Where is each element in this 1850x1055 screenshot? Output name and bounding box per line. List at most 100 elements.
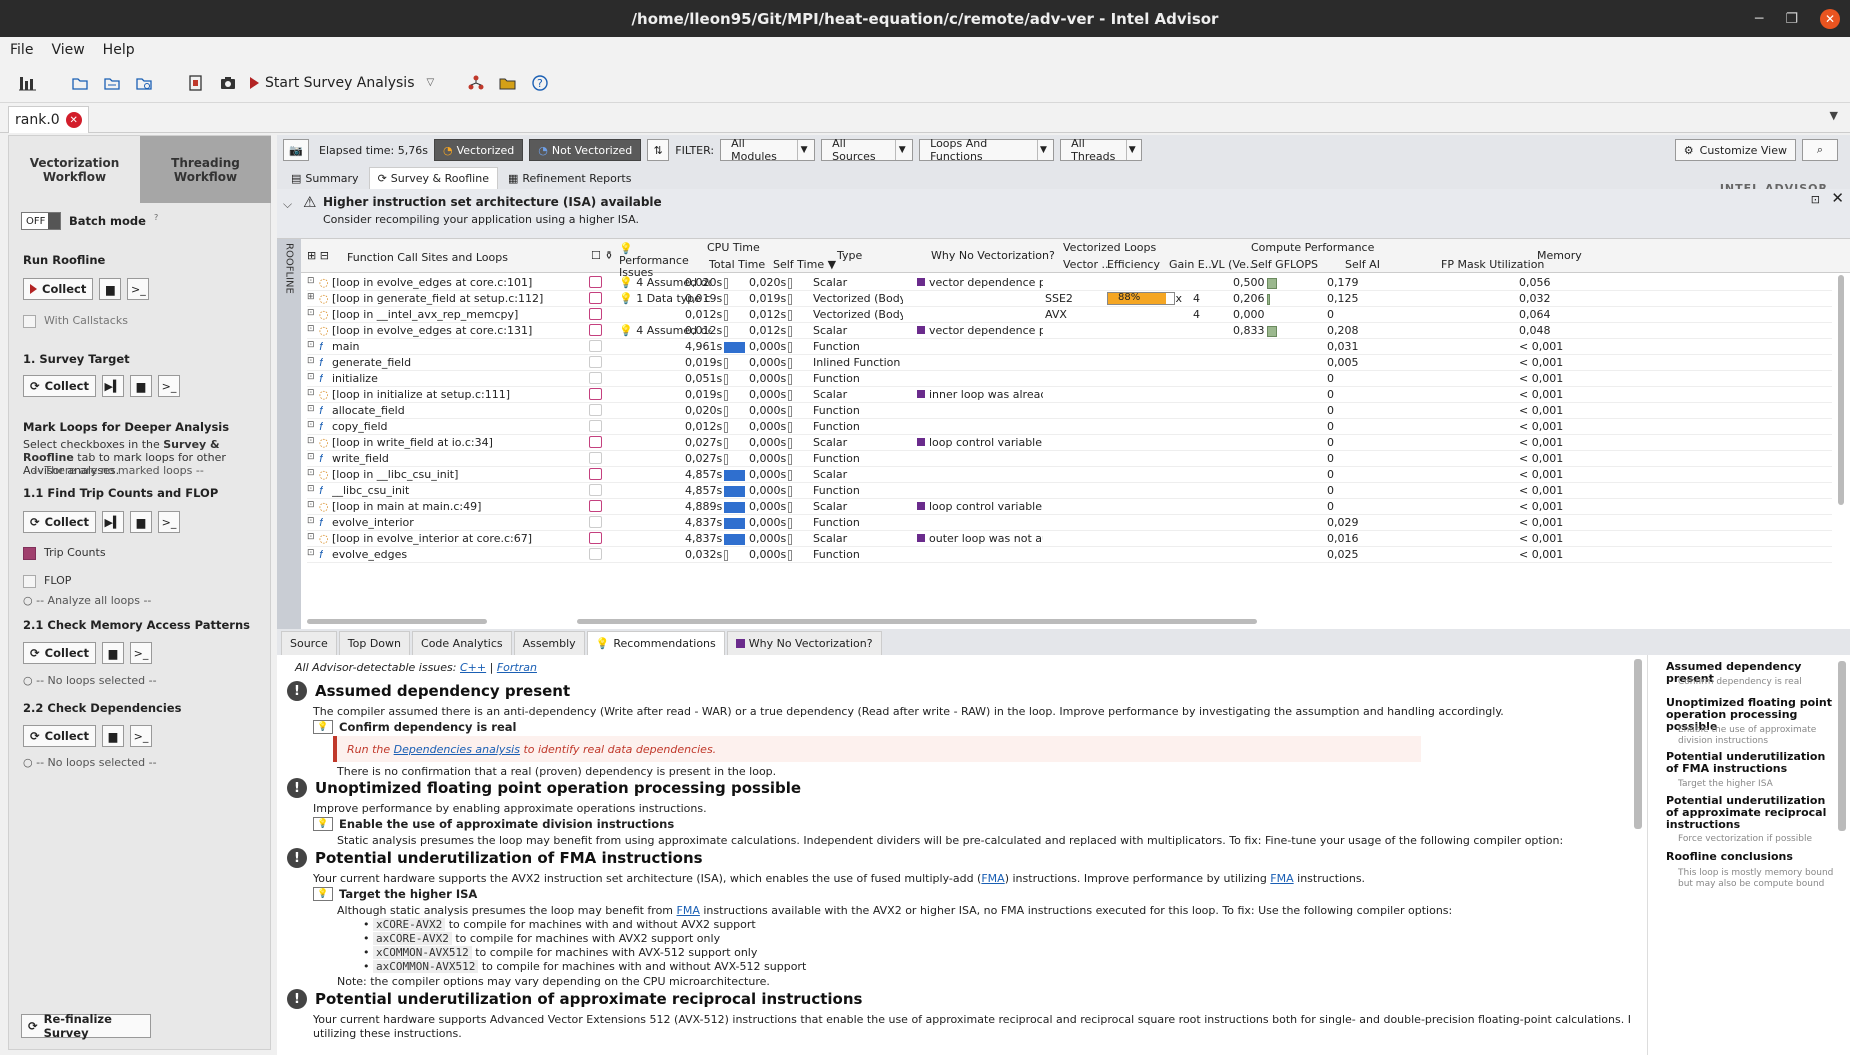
table-row[interactable]: ⊡ ◌ [loop in evolve_interior at core.c:67]… xyxy=(307,531,1832,547)
open-project-icon[interactable] xyxy=(102,73,122,93)
grid-left-scrollbar[interactable] xyxy=(307,619,487,624)
open-result-icon[interactable] xyxy=(498,73,518,93)
dep-folder-icon[interactable]: ▆ xyxy=(101,725,124,747)
sidebar-sub[interactable]: This loop is mostly memory bound but may… xyxy=(1678,868,1843,890)
table-row[interactable]: ⊡ f write_field 0,027s 0,000s Function 0 < 0,00… xyxy=(307,451,1832,467)
project-properties-icon[interactable] xyxy=(134,73,154,93)
fma-link[interactable]: FMA xyxy=(981,872,1004,885)
col-ai-header[interactable]: Self AI xyxy=(1345,258,1380,271)
hierarchy-icon[interactable] xyxy=(466,73,486,93)
table-row[interactable]: ⊡ ◌ [loop in evolve_edges at core.c:131] 💡 … xyxy=(307,323,1832,339)
mem-cmdline-icon[interactable]: >_ xyxy=(129,642,152,664)
col-vloops-header[interactable]: Vectorized Loops xyxy=(1063,241,1156,254)
new-project-icon[interactable] xyxy=(70,73,90,93)
tab-summary[interactable]: ▤ Summary xyxy=(283,167,367,189)
col-vl-header[interactable]: VL (Ve... xyxy=(1211,258,1256,271)
mark-loop-checkbox[interactable] xyxy=(589,484,602,496)
table-row[interactable]: ⊡ ◌ [loop in __libc_csu_init] 4,857s 0,000s S… xyxy=(307,467,1832,483)
trip-pause-icon[interactable]: ▶▍ xyxy=(101,511,124,533)
mark-loop-checkbox[interactable] xyxy=(589,340,602,352)
callstacks-checkbox[interactable] xyxy=(23,314,36,328)
mark-loop-checkbox[interactable] xyxy=(589,372,602,384)
vectorization-workflow-tab[interactable]: Vectorization Workflow xyxy=(9,136,140,203)
sidebar-sub[interactable]: Force vectorization if possible xyxy=(1678,834,1843,845)
mem-collect-button[interactable]: ⟳ Collect xyxy=(23,642,96,664)
col-type-header[interactable]: Type xyxy=(837,249,862,262)
expand-row-icon[interactable]: ⊡ xyxy=(307,356,315,366)
trip-cmdline-icon[interactable]: >_ xyxy=(157,511,180,533)
survey-folder-icon[interactable]: ▆ xyxy=(129,375,152,397)
refinalize-survey-button[interactable]: ⟳ Re-finalize Survey xyxy=(21,1012,151,1040)
loops-dropdown[interactable]: Loops And Functions ▼ xyxy=(919,137,1055,163)
checkbox-col-header[interactable]: ☐ ⚱ xyxy=(591,249,614,262)
sources-dropdown[interactable]: All Sources ▼ xyxy=(821,137,914,163)
roofline-collect-button[interactable]: Collect xyxy=(23,278,94,300)
expand-row-icon[interactable]: ⊡ xyxy=(307,308,315,318)
camera-icon[interactable]: 📷 xyxy=(283,139,309,161)
table-row[interactable]: ⊡ ◌ [loop in write_field at io.c:34] 0,027s… xyxy=(307,435,1832,451)
survey-pause-icon[interactable]: ▶▍ xyxy=(101,375,124,397)
table-row[interactable]: ⊡ f copy_field 0,012s 0,000s Function 0 < 0,001 xyxy=(307,419,1832,435)
table-row[interactable]: ⊡ f allocate_field 0,020s 0,000s Function 0 < 0… xyxy=(307,403,1832,419)
table-row[interactable]: ⊡ f generate_field 0,019s 0,000s Inlined Func… xyxy=(307,355,1832,371)
tab-source[interactable]: Source xyxy=(281,631,337,655)
col-self-header[interactable]: Self Time ▼ xyxy=(773,258,836,271)
col-total-header[interactable]: Total Time xyxy=(709,258,765,271)
trip-counts-checkbox[interactable] xyxy=(23,546,36,560)
start-survey-button[interactable]: Start Survey Analysis ▽ xyxy=(250,75,434,91)
mark-loop-checkbox[interactable] xyxy=(589,548,602,560)
table-row[interactable]: ⊡ f evolve_interior 4,837s 0,000s Function 0,0… xyxy=(307,515,1832,531)
chevron-down-icon[interactable]: ▽ xyxy=(426,77,434,88)
flop-row[interactable]: FLOP xyxy=(23,574,71,588)
mark-loop-checkbox[interactable] xyxy=(589,468,602,480)
tab-code-analytics[interactable]: Code Analytics xyxy=(412,631,512,655)
table-row[interactable]: ⊡ f __libc_csu_init 4,857s 0,000s Function 0 < … xyxy=(307,483,1832,499)
result-tab[interactable]: rank.0 ✕ xyxy=(8,106,89,133)
survey-collect-button[interactable]: ⟳ Collect xyxy=(23,375,96,397)
with-callstacks-row[interactable]: With Callstacks xyxy=(23,314,128,328)
expand-row-icon[interactable]: ⊡ xyxy=(307,500,315,510)
trip-folder-icon[interactable]: ▆ xyxy=(129,511,152,533)
table-row[interactable]: ⊡ f initialize 0,051s 0,000s Function 0 < 0,001 xyxy=(307,371,1832,387)
mark-loop-checkbox[interactable] xyxy=(589,500,602,512)
expand-row-icon[interactable]: ⊡ xyxy=(307,324,315,334)
tab-why-no-vectorization[interactable]: Why No Vectorization? xyxy=(726,631,882,655)
close-banner-icon[interactable]: ✕ xyxy=(1831,189,1844,207)
new-analysis-icon[interactable] xyxy=(186,73,206,93)
col-compute-header[interactable]: Compute Performance xyxy=(1251,241,1374,254)
mem-folder-icon[interactable]: ▆ xyxy=(101,642,124,664)
expand-row-icon[interactable]: ⊡ xyxy=(307,452,315,462)
sidebar-heading[interactable]: Potential underutilization of approximat… xyxy=(1666,795,1841,831)
sidebar-scrollbar[interactable] xyxy=(1838,661,1846,831)
col-fpmask-header[interactable]: FP Mask Utilization xyxy=(1441,258,1544,271)
not-vectorized-filter-button[interactable]: ◔ Not Vectorized xyxy=(529,139,642,161)
col-memory-header[interactable]: Memory xyxy=(1537,249,1582,262)
pin-icon[interactable]: ⊡ xyxy=(1811,193,1820,206)
mark-loop-checkbox[interactable] xyxy=(589,276,602,288)
filter-icon[interactable]: ⇅ xyxy=(647,139,670,161)
dep-cmdline-icon[interactable]: >_ xyxy=(129,725,152,747)
dependencies-analysis-link[interactable]: Dependencies analysis xyxy=(394,743,520,756)
menu-view[interactable]: View xyxy=(51,42,84,58)
tab-top-down[interactable]: Top Down xyxy=(338,631,411,655)
mark-loop-checkbox[interactable] xyxy=(589,404,602,416)
close-tab-icon[interactable]: ✕ xyxy=(65,112,82,128)
mark-loop-checkbox[interactable] xyxy=(589,532,602,544)
tab-recommendations[interactable]: 💡 Recommendations xyxy=(586,631,725,655)
expand-row-icon[interactable]: ⊡ xyxy=(307,532,315,542)
col-vector-header[interactable]: Vector ... xyxy=(1063,258,1112,271)
roofline-folder-icon[interactable]: ▆ xyxy=(99,278,122,300)
expand-row-icon[interactable]: ⊡ xyxy=(307,436,315,446)
table-row[interactable]: ⊡ ◌ [loop in main at main.c:49] 4,889s 0,000… xyxy=(307,499,1832,515)
expand-row-icon[interactable]: ⊡ xyxy=(307,516,315,526)
expand-row-icon[interactable]: ⊡ xyxy=(307,404,315,414)
trip-collect-button[interactable]: ⟳ Collect xyxy=(23,511,96,533)
mark-loop-checkbox[interactable] xyxy=(589,308,602,320)
expand-row-icon[interactable]: ⊡ xyxy=(307,468,315,478)
cpp-link[interactable]: C++ xyxy=(460,661,486,674)
mark-loop-checkbox[interactable] xyxy=(589,324,602,336)
customize-view-button[interactable]: ⚙ Customize View xyxy=(1674,139,1796,161)
trip-counts-row[interactable]: Trip Counts xyxy=(23,546,106,560)
batch-help-icon[interactable]: ? xyxy=(154,213,158,222)
mark-loop-checkbox[interactable] xyxy=(589,436,602,448)
